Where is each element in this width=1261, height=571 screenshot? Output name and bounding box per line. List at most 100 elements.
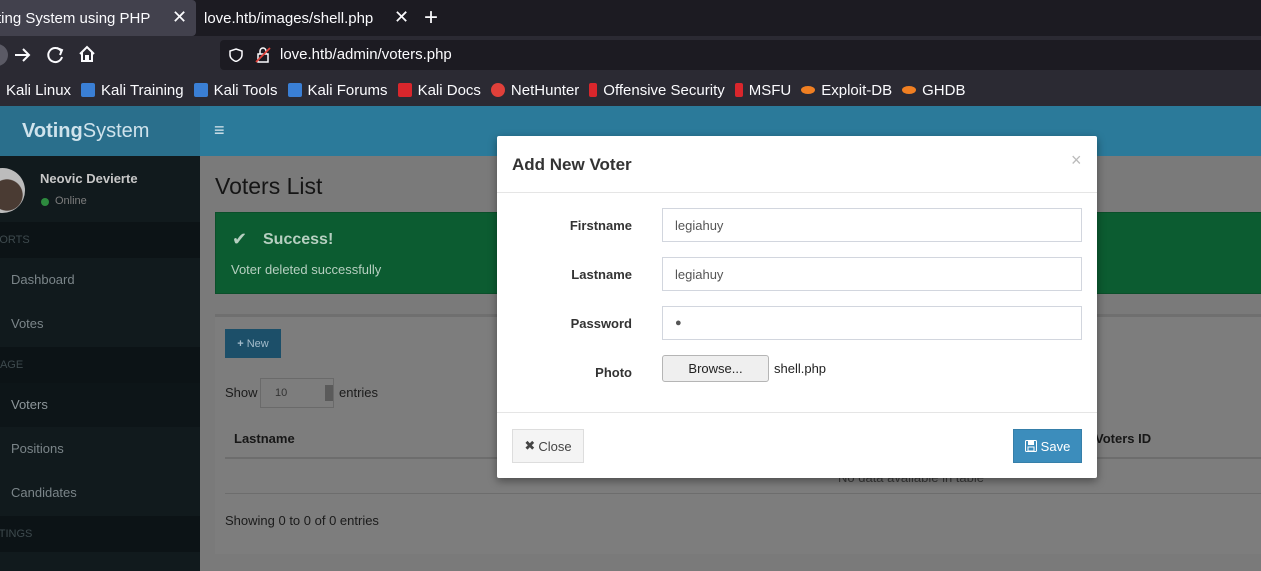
close-button-label: Close: [538, 438, 572, 454]
new-tab-icon[interactable]: +: [424, 4, 438, 32]
logo-rest: System: [82, 119, 150, 142]
sidebar-section-settings: TTINGS: [0, 516, 200, 552]
kali-icon: [81, 83, 96, 97]
home-icon[interactable]: [77, 44, 97, 64]
shield-icon[interactable]: [229, 48, 243, 62]
app-logo[interactable]: Voting System: [0, 106, 200, 156]
kali-icon: [193, 83, 208, 97]
alert-message: Voter deleted successfully: [231, 262, 382, 277]
check-icon: ✔: [232, 229, 248, 249]
bookmark-label: Kali Linux: [6, 81, 72, 99]
back-icon[interactable]: [0, 44, 12, 66]
sidebar-item-positions[interactable]: Positions: [0, 427, 200, 471]
close-icon: ✖: [524, 438, 536, 453]
bookmark-label: Kali Training: [101, 81, 184, 99]
lastname-field[interactable]: legiahuy: [662, 257, 1082, 291]
sidebar-section-manage: NAGE: [0, 347, 200, 383]
bookmark-label: Kali Forums: [307, 81, 388, 99]
sidebar-item-votes[interactable]: Votes: [0, 302, 200, 346]
bookmark-nethunter[interactable]: NetHunter: [490, 81, 580, 99]
divider: [497, 412, 1097, 413]
exploitdb-icon: [801, 86, 816, 94]
bookmarks-bar: Kali Linux Kali Training Kali Tools Kali…: [0, 74, 1261, 106]
sidebar-item-candidates[interactable]: Candidates: [0, 471, 200, 515]
sidebar-section-reports: PORTS: [0, 222, 200, 258]
bookmark-offensive-security[interactable]: Offensive Security: [589, 81, 725, 99]
tab-voting-system[interactable]: ting System using PHP ✕: [0, 0, 196, 36]
save-button[interactable]: Save: [1013, 429, 1082, 463]
url-text: love.htb/admin/voters.php: [280, 46, 452, 63]
alert-title: Success!: [263, 231, 334, 248]
bookmark-kali-training[interactable]: Kali Training: [81, 82, 184, 99]
sidebar-item-dashboard[interactable]: Dashboard: [0, 258, 200, 302]
web-app: VotingSystem ≡ Neovic Devierte Online PO…: [0, 106, 1261, 571]
table-info: Showing 0 to 0 of 0 entries: [225, 513, 379, 528]
close-tab-icon[interactable]: ✕: [172, 7, 187, 28]
bookmark-ghdb[interactable]: GHDB: [902, 82, 965, 99]
browser-tab-bar: ting System using PHP ✕ love.htb/images/…: [0, 0, 1261, 36]
page-size-value: 10: [275, 387, 288, 399]
user-name: Neovic Devierte: [40, 171, 138, 186]
floppy-disk-icon: [1024, 440, 1037, 452]
url-bar[interactable]: love.htb/admin/voters.php: [220, 40, 1261, 70]
modal-title: Add New Voter: [512, 155, 632, 174]
bookmark-exploit-db[interactable]: Exploit-DB: [801, 82, 892, 99]
sidebar: Neovic Devierte Online PORTS Dashboard V…: [0, 156, 200, 571]
selected-file-name: shell.php: [774, 361, 827, 376]
modal-close-icon[interactable]: ×: [1071, 150, 1082, 171]
insecure-lock-icon[interactable]: [255, 47, 271, 63]
new-button-label: New: [246, 337, 269, 350]
bookmark-kali-docs[interactable]: Kali Docs: [397, 81, 481, 99]
forward-icon[interactable]: [13, 46, 33, 64]
divider: [225, 493, 1261, 494]
password-field[interactable]: ●: [662, 306, 1082, 340]
close-button[interactable]: ✖ Close: [512, 429, 584, 463]
exploitdb-icon: [902, 86, 917, 94]
show-label: Show: [225, 385, 258, 400]
bookmark-kali-forums[interactable]: Kali Forums: [287, 81, 388, 99]
bookmark-label: Offensive Security: [603, 81, 725, 99]
bookmark-label: GHDB: [922, 81, 966, 99]
entries-label: entries: [339, 385, 379, 400]
kali-docs-icon: [397, 83, 412, 97]
page-title: Voters List: [215, 173, 323, 199]
firstname-field[interactable]: legiahuy: [662, 208, 1082, 242]
avatar: [0, 168, 25, 213]
tab-title: love.htb/images/shell.php: [204, 9, 374, 27]
photo-label: Photo: [595, 365, 632, 380]
bookmark-label: NetHunter: [510, 81, 580, 99]
bookmark-kali-linux[interactable]: Kali Linux: [0, 82, 71, 99]
divider: [497, 192, 1097, 193]
bookmark-kali-tools[interactable]: Kali Tools: [193, 81, 278, 99]
browse-button[interactable]: Browse...: [662, 355, 769, 382]
user-status: Online: [55, 195, 87, 207]
lastname-label: Lastname: [571, 267, 632, 282]
browser-nav-bar: love.htb/admin/voters.php: [0, 36, 1261, 74]
save-button-label: Save: [1040, 438, 1071, 454]
sidebar-item-voters[interactable]: Voters: [0, 383, 200, 427]
tab-shell-php[interactable]: love.htb/images/shell.php ✕: [196, 0, 416, 36]
bookmark-label: MSFU: [748, 81, 792, 99]
bookmark-label: Kali Tools: [213, 81, 278, 99]
new-voter-button[interactable]: + New: [225, 329, 281, 358]
firstname-label: Firstname: [569, 218, 632, 233]
logo-bold: Voting: [22, 119, 83, 142]
nethunter-icon: [490, 83, 505, 97]
sidebar-toggle-icon[interactable]: ≡: [214, 120, 225, 141]
bookmark-label: Exploit-DB: [821, 81, 893, 99]
column-header-voters-id[interactable]: Voters ID: [1095, 431, 1151, 446]
plus-icon: +: [237, 337, 244, 350]
online-status-icon: [41, 198, 49, 206]
reload-icon[interactable]: [46, 45, 66, 65]
offsec-icon: [589, 83, 598, 97]
offsec-icon: [734, 83, 743, 97]
page-size-select[interactable]: 10: [260, 378, 334, 408]
bookmark-label: Kali Docs: [417, 81, 481, 99]
close-tab-icon[interactable]: ✕: [394, 7, 409, 28]
tab-title: ting System using PHP: [0, 9, 151, 27]
select-arrow-icon: [325, 385, 333, 401]
column-header-lastname[interactable]: Lastname: [234, 431, 295, 446]
bookmark-msfu[interactable]: MSFU: [734, 81, 792, 99]
add-voter-modal: Add New Voter × Firstname legiahuy Lastn…: [497, 136, 1097, 478]
kali-icon: [287, 83, 302, 97]
